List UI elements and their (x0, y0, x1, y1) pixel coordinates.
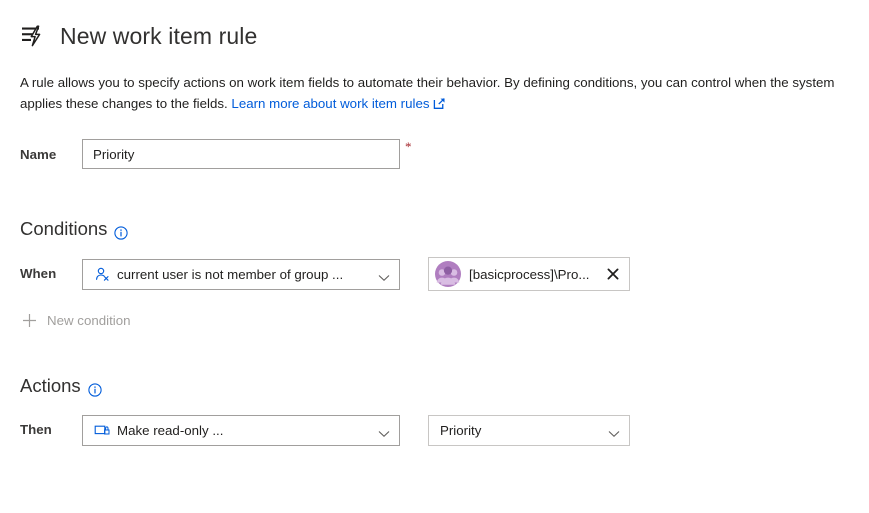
rule-lightning-icon (20, 22, 48, 50)
action-type-dropdown[interactable]: Make read-only ... (82, 415, 400, 446)
actions-heading-label: Actions (20, 374, 81, 398)
description-text: A rule allows you to specify actions on … (20, 72, 849, 114)
new-condition-label: New condition (47, 313, 131, 328)
conditions-heading: Conditions (20, 217, 869, 241)
make-read-only-icon (94, 422, 110, 438)
learn-more-link[interactable]: Learn more about work item rules (231, 96, 429, 111)
info-icon[interactable] (88, 379, 102, 393)
name-input[interactable]: Priority (82, 139, 400, 169)
group-avatar-icon (435, 261, 461, 287)
new-work-item-rule-page: New work item rule A rule allows you to … (0, 0, 869, 513)
name-row: Name Priority * (20, 139, 869, 171)
new-condition-button[interactable]: New condition (22, 313, 131, 328)
user-not-member-icon (94, 266, 110, 282)
action-field-dropdown[interactable]: Priority (428, 415, 630, 446)
condition-type-dropdown[interactable]: current user is not member of group ... (82, 259, 400, 290)
action-type-value: Make read-only ... (117, 423, 372, 438)
close-icon[interactable] (605, 266, 621, 282)
when-row: When current user is not member of group… (20, 257, 869, 291)
conditions-heading-label: Conditions (20, 217, 107, 241)
condition-type-value: current user is not member of group ... (117, 267, 372, 282)
then-row: Then Make read-only ... Priority (20, 414, 869, 446)
external-link-icon (433, 95, 446, 108)
chevron-down-icon[interactable] (608, 426, 620, 434)
plus-icon (22, 313, 37, 328)
action-field-value: Priority (440, 423, 602, 438)
identity-chip[interactable]: [basicprocess]\Pro... (428, 257, 630, 291)
when-label: When (20, 258, 82, 290)
info-icon[interactable] (114, 222, 128, 236)
chevron-down-icon[interactable] (378, 426, 390, 434)
required-asterisk: * (405, 139, 412, 154)
name-label: Name (20, 139, 82, 171)
actions-heading: Actions (20, 374, 869, 398)
page-title: New work item rule (60, 22, 257, 50)
chevron-down-icon[interactable] (378, 270, 390, 278)
page-header: New work item rule (0, 0, 869, 56)
identity-name: [basicprocess]\Pro... (469, 267, 599, 282)
then-label: Then (20, 414, 82, 446)
